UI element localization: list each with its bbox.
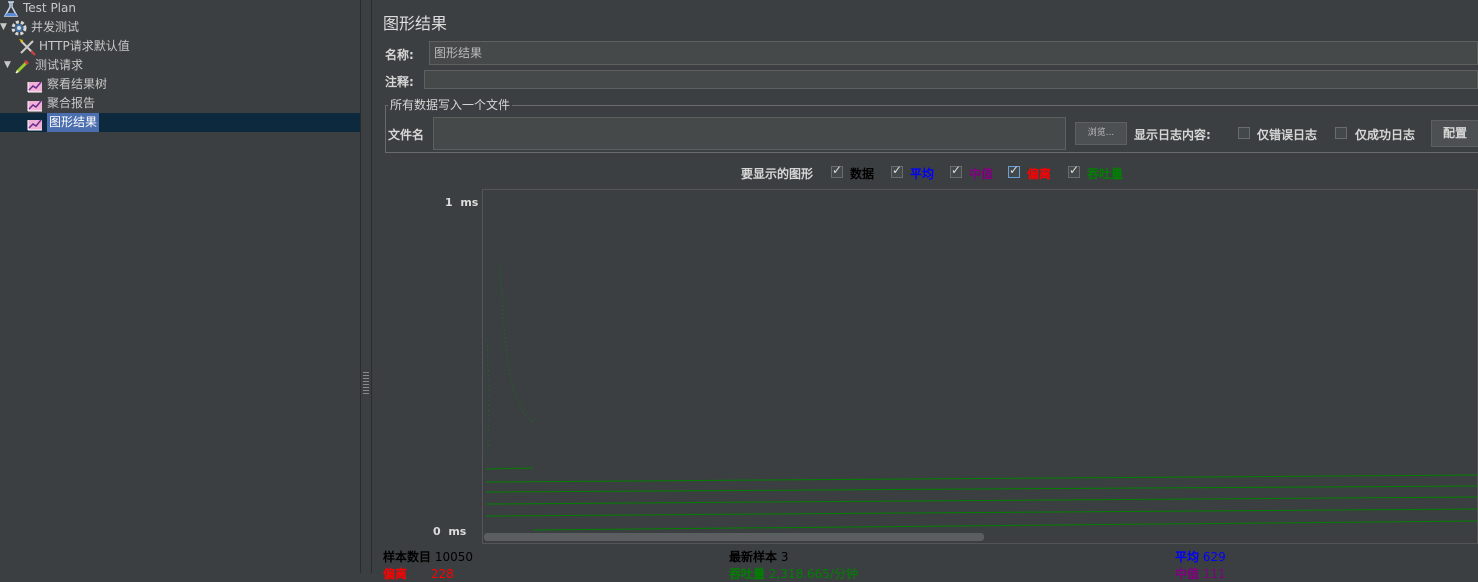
tree-item-http-defaults[interactable]: HTTP请求默认值	[18, 37, 130, 56]
tree-item-concurrent-test[interactable]: ▼ 并发测试	[0, 18, 79, 37]
test-plan-tree: Test Plan ▼ 并发测试 HTTP请求默认值 ▼ 测试请求 察看结果树 …	[0, 0, 360, 573]
comment-field[interactable]	[424, 70, 1478, 89]
pipette-icon	[14, 57, 32, 75]
y-axis-min: 0 ms	[433, 525, 466, 538]
median-stat: 中值 111	[1175, 565, 1226, 582]
deviation-checkbox[interactable]	[1008, 163, 1020, 178]
median-label: 中值	[969, 167, 994, 181]
graph-plot	[485, 265, 1477, 531]
gear-icon	[10, 19, 28, 37]
sample-count-value: 10050	[434, 550, 474, 564]
throughput-checkbox[interactable]	[1068, 163, 1080, 178]
tree-item-label: 聚合报告	[47, 96, 96, 110]
expander-icon[interactable]: ▼	[0, 18, 9, 37]
tools-icon	[18, 38, 36, 56]
median-stat-label: 中值	[1175, 567, 1200, 581]
graph-line	[532, 520, 1477, 531]
average-checkbox[interactable]	[891, 163, 903, 178]
deviation-label: 偏离	[1027, 167, 1052, 181]
throughput-stat: 吞吐量 2,318.665/分钟	[729, 565, 858, 582]
graph-icon	[26, 95, 44, 113]
flask-icon	[2, 0, 20, 18]
y-max-value: 1	[445, 196, 453, 209]
average-stat-value: 629	[1202, 550, 1226, 564]
divider-grip-icon[interactable]	[363, 372, 369, 394]
name-label: 名称:	[385, 48, 414, 62]
browse-button[interactable]: 浏览...	[1075, 122, 1127, 145]
name-field[interactable]: 图形结果	[429, 41, 1478, 65]
success-only-label: 仅成功日志	[1355, 128, 1416, 142]
graphs-to-display-label: 要显示的图形	[741, 167, 814, 181]
deviation-stat: 偏离 228	[383, 565, 454, 582]
graph-icon	[26, 114, 44, 132]
tree-item-label: 测试请求	[35, 58, 84, 72]
throughput-label: 吞吐量	[1087, 167, 1124, 181]
filename-field[interactable]	[433, 117, 1066, 150]
median-checkbox[interactable]	[950, 163, 962, 178]
tree-item-view-results-tree[interactable]: 察看结果树	[26, 75, 107, 94]
graph-line	[485, 485, 1477, 493]
tree-item-aggregate-report[interactable]: 聚合报告	[26, 94, 95, 113]
sample-count-stat: 样本数目 10050	[383, 548, 473, 565]
sample-count-label: 样本数目	[383, 550, 432, 564]
graph-line	[485, 474, 1477, 483]
y-min-value: 0	[433, 525, 441, 538]
graph-line	[485, 467, 534, 470]
tree-item-label: 图形结果	[47, 113, 100, 132]
horizontal-scrollbar[interactable]	[484, 533, 984, 541]
comment-label: 注释:	[385, 75, 414, 89]
graph-line	[485, 496, 1477, 505]
tree-item-graph-results[interactable]: 图形结果	[0, 113, 360, 132]
latest-sample-value: 3	[780, 550, 789, 564]
deviation-stat-value: 228	[430, 567, 454, 581]
deviation-stat-label: 偏离	[383, 567, 408, 581]
average-stat-label: 平均	[1175, 550, 1200, 564]
log-content-label: 显示日志内容:	[1134, 128, 1211, 142]
success-only-checkbox[interactable]	[1335, 127, 1347, 139]
data-checkbox[interactable]	[831, 163, 843, 178]
tree-item-label: 并发测试	[31, 20, 80, 34]
y-min-unit: ms	[448, 525, 467, 538]
y-axis-max: 1 ms	[445, 196, 478, 209]
throughput-stat-value: 2,318.665/分钟	[768, 567, 858, 581]
graph-line	[486, 339, 490, 453]
throughput-stat-label: 吞吐量	[729, 567, 766, 581]
tree-item-test-request[interactable]: ▼ 测试请求	[4, 56, 83, 75]
tree-item-label: HTTP请求默认值	[39, 39, 130, 53]
data-label: 数据	[850, 167, 875, 181]
page-title: 图形结果	[383, 14, 448, 33]
config-button[interactable]: 配置	[1431, 120, 1478, 147]
tree-item-test-plan[interactable]: Test Plan	[2, 0, 76, 18]
y-max-unit: ms	[460, 196, 479, 209]
errors-only-checkbox[interactable]	[1238, 127, 1250, 139]
tree-item-label: Test Plan	[23, 1, 76, 15]
graph-results-panel: 图形结果 名称: 图形结果 注释: 所有数据写入一个文件 文件名 浏览... 显…	[373, 0, 1478, 581]
average-stat: 平均 629	[1175, 548, 1226, 565]
split-pane-divider[interactable]	[360, 0, 372, 573]
expander-icon[interactable]: ▼	[4, 56, 13, 75]
latest-sample-stat: 最新样本 3	[729, 548, 788, 565]
errors-only-label: 仅错误日志	[1257, 128, 1318, 142]
filename-label: 文件名	[388, 128, 425, 142]
graph-line	[485, 508, 1477, 517]
tree-item-label: 察看结果树	[47, 77, 108, 91]
graph-canvas	[482, 189, 1478, 544]
average-label: 平均	[910, 167, 935, 181]
latest-sample-label: 最新样本	[729, 550, 778, 564]
graph-line	[499, 265, 535, 424]
file-group-title: 所有数据写入一个文件	[388, 96, 513, 113]
median-stat-value: 111	[1202, 567, 1226, 581]
graph-icon	[26, 76, 44, 94]
